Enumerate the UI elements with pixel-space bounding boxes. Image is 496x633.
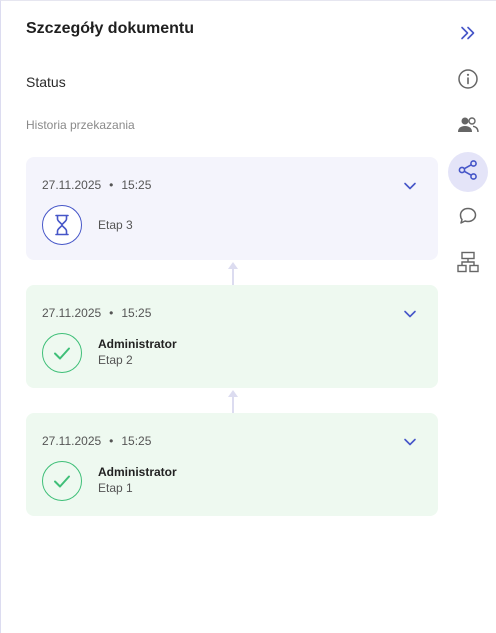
history-item[interactable]: 27.11.2025 • 15:25 Administrator Etap 1 (26, 413, 438, 516)
history-connector-arrow (228, 390, 238, 413)
expand-chevron-icon[interactable] (402, 306, 418, 322)
hierarchy-icon (457, 251, 479, 278)
panel-title: Szczegóły dokumentu (26, 20, 195, 37)
status-label: Status (26, 74, 66, 90)
users-icon (457, 116, 479, 139)
expand-chevron-icon[interactable] (402, 178, 418, 194)
share-history-button[interactable] (448, 152, 488, 192)
history-item[interactable]: 27.11.2025 • 15:25 Etap 3 (26, 157, 438, 260)
history-item-time: 15:25 (121, 306, 152, 320)
history-item-user: Administrator (98, 337, 177, 351)
history-item-meta: 27.11.2025 • 15:25 (42, 434, 151, 448)
check-icon (42, 461, 82, 501)
history-item[interactable]: 27.11.2025 • 15:25 Administrator Etap 2 (26, 285, 438, 388)
document-details-panel: Szczegóły dokumentu Status Historia prze… (0, 0, 496, 633)
history-item-time: 15:25 (121, 434, 152, 448)
history-item-user: Administrator (98, 465, 177, 479)
meta-separator: • (109, 306, 114, 320)
history-section-label: Historia przekazania (26, 118, 135, 132)
history-item-stage: Etap 2 (98, 353, 133, 367)
comments-button[interactable] (448, 198, 488, 238)
hierarchy-button[interactable] (448, 244, 488, 284)
history-item-meta: 27.11.2025 • 15:25 (42, 306, 151, 320)
check-icon (42, 333, 82, 373)
meta-separator: • (109, 178, 114, 192)
side-icon-rail (447, 1, 489, 633)
history-item-date: 27.11.2025 (42, 434, 102, 448)
history-item-stage: Etap 1 (98, 481, 133, 495)
history-item-meta: 27.11.2025 • 15:25 (42, 178, 151, 192)
double-chevron-right-icon (459, 24, 477, 47)
collapse-panel-button[interactable] (448, 15, 488, 55)
info-button[interactable] (448, 61, 488, 101)
history-item-time: 15:25 (121, 178, 152, 192)
meta-separator: • (109, 434, 114, 448)
history-item-date: 27.11.2025 (42, 178, 102, 192)
info-icon (457, 68, 479, 95)
history-item-date: 27.11.2025 (42, 306, 102, 320)
share-icon (457, 159, 479, 186)
expand-chevron-icon[interactable] (402, 434, 418, 450)
hourglass-icon (42, 205, 82, 245)
users-button[interactable] (448, 107, 488, 147)
history-item-stage: Etap 3 (98, 218, 133, 232)
comment-icon (458, 206, 478, 231)
history-connector-arrow (228, 262, 238, 285)
